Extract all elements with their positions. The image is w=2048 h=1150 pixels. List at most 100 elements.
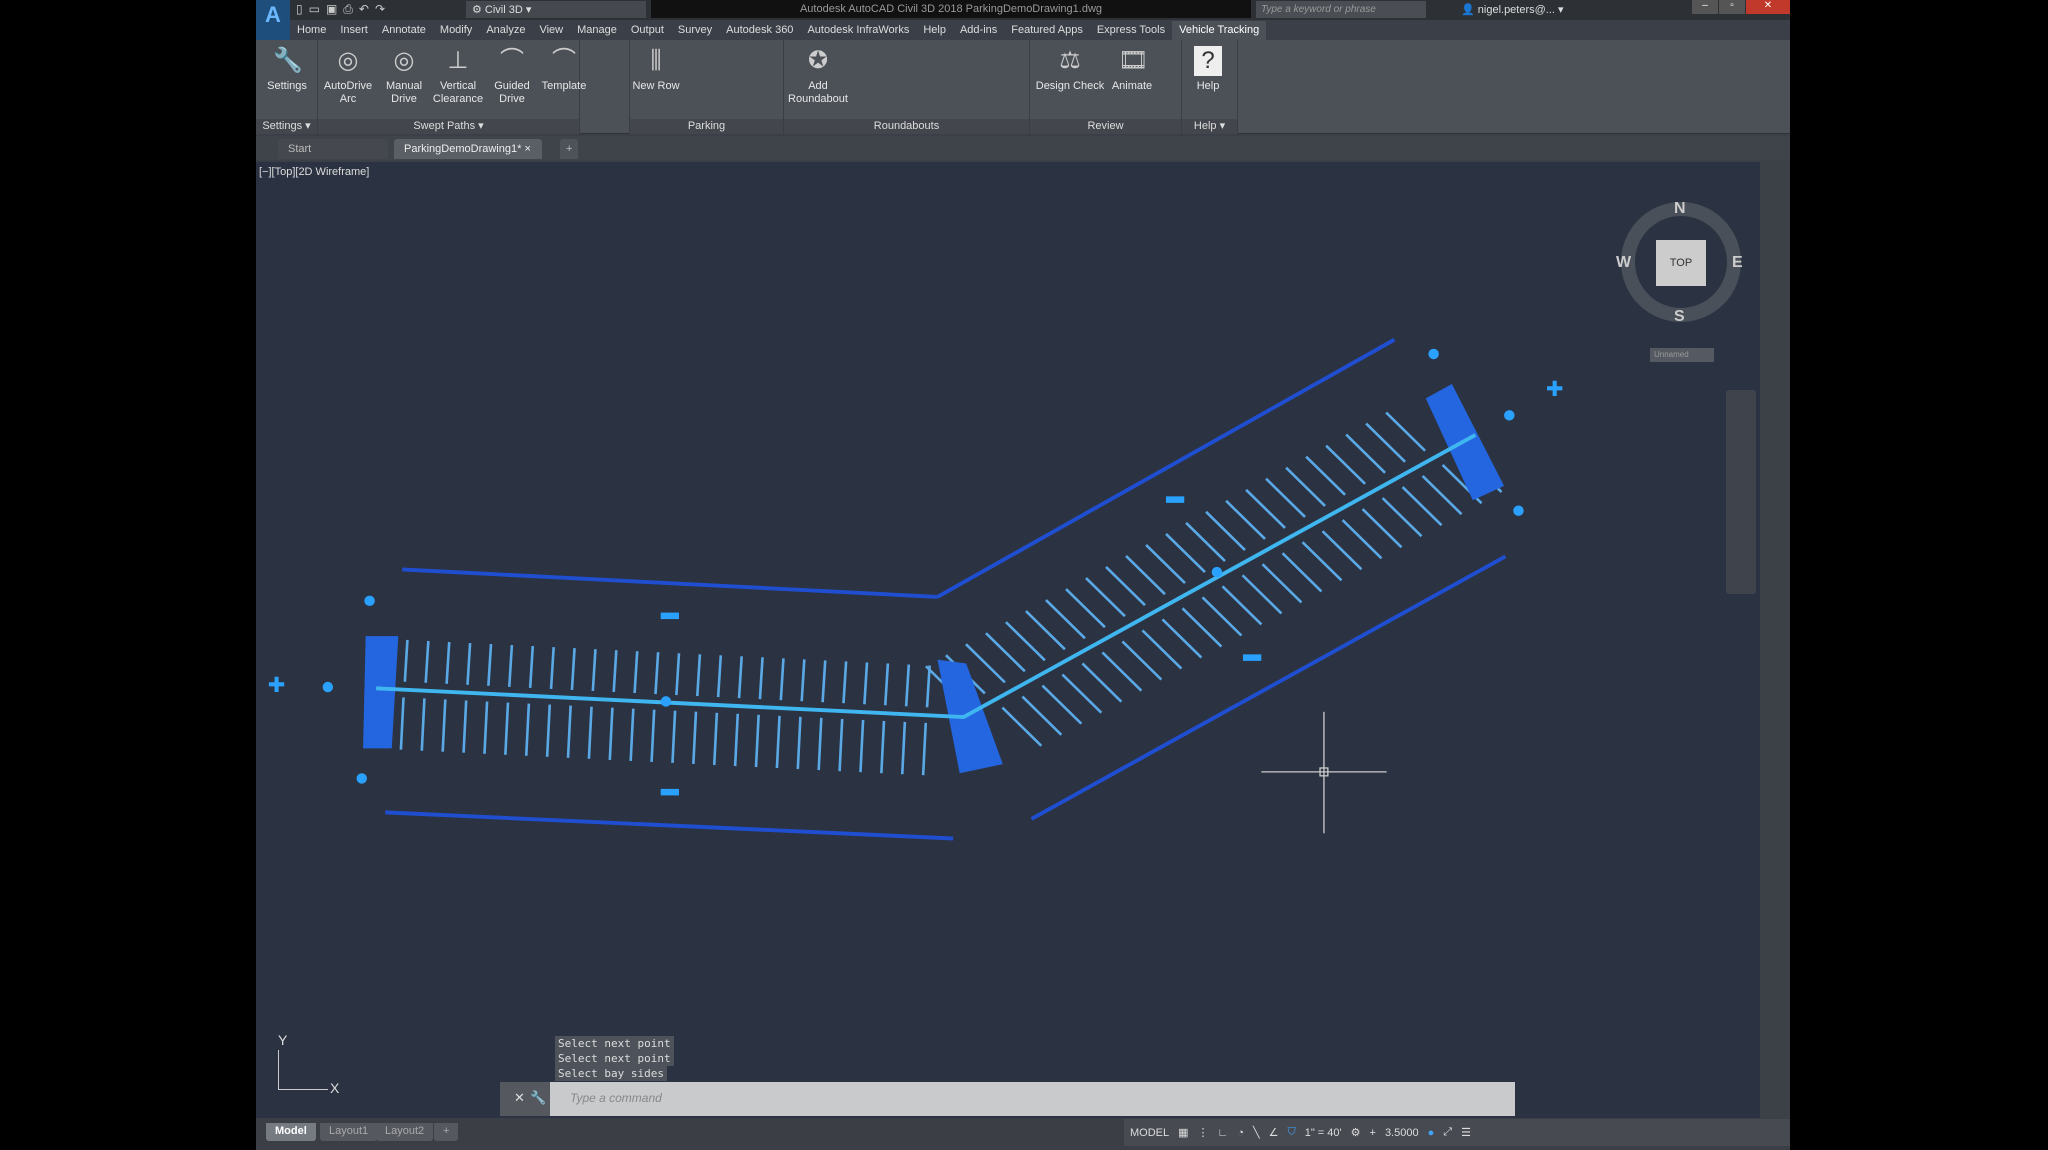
- label: Add Roundabout: [788, 80, 848, 105]
- annotation-icon[interactable]: ⛉: [1287, 1126, 1295, 1139]
- compass-e[interactable]: E: [1732, 254, 1743, 272]
- model-space-button[interactable]: MODEL: [1130, 1127, 1169, 1139]
- panel-title[interactable]: Settings ▾: [256, 119, 317, 134]
- stall-line: [654, 652, 660, 695]
- add-roundabout-button[interactable]: ✪ Add Roundabout: [786, 46, 850, 106]
- vertical-clearance-button[interactable]: ⊥ Vertical Clearance: [432, 46, 484, 106]
- search-input[interactable]: Type a keyword or phrase: [1256, 1, 1426, 18]
- stall-line: [1401, 486, 1443, 527]
- autodrive-arc-button[interactable]: ◎ AutoDrive Arc: [322, 46, 374, 106]
- compass-s[interactable]: S: [1674, 308, 1685, 326]
- maximize-button[interactable]: ▫: [1719, 0, 1745, 14]
- stall-line: [1301, 541, 1343, 582]
- ribbon-tab[interactable]: Vehicle Tracking: [1172, 21, 1267, 40]
- manual-drive-button[interactable]: ◎ Manual Drive: [378, 46, 430, 106]
- menu-icon[interactable]: ☰: [1461, 1126, 1471, 1139]
- ribbon-tab[interactable]: Express Tools: [1090, 21, 1172, 40]
- polar-icon[interactable]: ◔: [1237, 1127, 1244, 1139]
- tab-layout1[interactable]: Layout1: [320, 1123, 378, 1141]
- ucs-icon: [278, 1050, 328, 1090]
- app-menu-button[interactable]: A: [256, 0, 290, 40]
- plus-icon[interactable]: +: [1370, 1127, 1376, 1139]
- redo-icon[interactable]: ↷: [375, 2, 385, 17]
- save-icon[interactable]: ▣: [326, 2, 337, 17]
- ribbon-tab[interactable]: Manage: [570, 21, 624, 40]
- annotation-scale[interactable]: 1" = 40': [1305, 1127, 1342, 1139]
- stall-line: [570, 648, 576, 691]
- stall-line: [863, 662, 869, 705]
- stall-line: [1041, 684, 1083, 725]
- undo-icon[interactable]: ↶: [359, 2, 369, 17]
- boundary-line: [936, 337, 1396, 599]
- ribbon-tab[interactable]: Insert: [333, 21, 375, 40]
- user-account[interactable]: 👤 nigel.peters@... ▾: [1461, 3, 1564, 16]
- close-icon[interactable]: ✕: [514, 1090, 525, 1106]
- units-value[interactable]: 3.5000: [1385, 1127, 1419, 1139]
- compass-n[interactable]: N: [1674, 200, 1686, 218]
- panel-title[interactable]: Swept Paths ▾: [318, 119, 579, 134]
- minimize-button[interactable]: –: [1692, 0, 1718, 14]
- viewcube-top[interactable]: TOP: [1656, 240, 1706, 286]
- new-row-button[interactable]: ⫼ New Row: [630, 46, 682, 93]
- stall-line: [608, 707, 614, 760]
- parking-drawing[interactable]: ✚ ✚: [256, 162, 1760, 1118]
- design-check-button[interactable]: ⚖ Design Check: [1034, 46, 1106, 93]
- command-input[interactable]: Type a command: [550, 1082, 1515, 1116]
- fullscreen-icon[interactable]: ⤢: [1443, 1126, 1452, 1139]
- grip: [1211, 566, 1223, 578]
- guided-drive-button[interactable]: ⌒ Guided Drive: [486, 46, 538, 106]
- gear-icon[interactable]: ⚙: [1351, 1126, 1361, 1139]
- print-icon[interactable]: ⎙: [343, 2, 353, 17]
- animate-button[interactable]: 🎞 Animate: [1106, 46, 1158, 93]
- drawing-viewport[interactable]: [−][Top][2D Wireframe] ✚ ✚ TOP N S E W U…: [256, 162, 1760, 1118]
- close-button[interactable]: ✕: [1746, 0, 1790, 14]
- crosshair-cursor: [1261, 711, 1387, 834]
- stall-line: [549, 647, 555, 689]
- wrench-icon[interactable]: 🔧: [530, 1090, 546, 1106]
- ortho-icon[interactable]: ∟: [1218, 1127, 1229, 1139]
- compass-w[interactable]: W: [1616, 254, 1631, 272]
- panel-title[interactable]: Help ▾: [1182, 119, 1237, 134]
- command-history-line: Select bay sides: [555, 1066, 667, 1081]
- angle-icon[interactable]: ∠: [1269, 1126, 1279, 1139]
- ribbon-tab[interactable]: Featured Apps: [1004, 21, 1090, 40]
- ribbon-tab[interactable]: Output: [624, 21, 671, 40]
- stall-line: [1005, 621, 1046, 662]
- open-icon[interactable]: ▭: [309, 2, 320, 17]
- new-icon[interactable]: ▯: [296, 2, 303, 17]
- osnap-icon[interactable]: ╲: [1253, 1126, 1260, 1139]
- add-layout-button[interactable]: +: [434, 1123, 459, 1141]
- ribbon-tab[interactable]: Annotate: [375, 21, 433, 40]
- help-panel: ? Help Help ▾: [1182, 40, 1238, 134]
- stall-line: [883, 663, 890, 706]
- ribbon-tab[interactable]: Add-ins: [953, 21, 1004, 40]
- ribbon-tab[interactable]: View: [532, 21, 570, 40]
- swept-paths-panel: ◎ AutoDrive Arc ◎ Manual Drive ⊥ Vertical C…: [318, 40, 586, 134]
- close-icon[interactable]: ×: [524, 143, 530, 155]
- ribbon-tab[interactable]: Autodesk 360: [719, 21, 800, 40]
- ribbon-tab[interactable]: Modify: [433, 21, 479, 40]
- tab-model[interactable]: Model: [266, 1123, 316, 1141]
- ucs-menu[interactable]: Unnamed: [1650, 348, 1714, 362]
- settings-button[interactable]: 🔧 Settings: [261, 46, 313, 93]
- stall-line: [591, 649, 597, 692]
- grid-icon[interactable]: ▦: [1178, 1126, 1188, 1139]
- navigation-bar[interactable]: [1726, 390, 1756, 594]
- right-toolbar[interactable]: [1760, 162, 1790, 1118]
- help-button[interactable]: ? Help: [1182, 46, 1234, 93]
- ribbon: 🔧 Settings Settings ▾ ◎ AutoDrive Arc ◎ Man…: [256, 40, 1790, 134]
- tab-start[interactable]: Start: [278, 139, 388, 159]
- snap-icon[interactable]: ⋮: [1198, 1126, 1209, 1139]
- ribbon-tab[interactable]: Survey: [671, 21, 719, 40]
- tab-layout2[interactable]: Layout2: [376, 1123, 434, 1141]
- stall-line: [445, 641, 451, 684]
- tab-drawing[interactable]: ParkingDemoDrawing1* ×: [394, 139, 542, 159]
- workspace-select[interactable]: ⚙ Civil 3D ▾: [466, 1, 646, 18]
- ribbon-tab[interactable]: Help: [916, 21, 953, 40]
- ribbon-tab[interactable]: Autodesk InfraWorks: [800, 21, 916, 40]
- ribbon-tab[interactable]: Home: [290, 21, 333, 40]
- isolate-icon[interactable]: ●: [1428, 1127, 1435, 1139]
- ribbon-tab[interactable]: Analyze: [479, 21, 532, 40]
- stall-line: [796, 716, 802, 770]
- new-tab-button[interactable]: +: [560, 139, 579, 159]
